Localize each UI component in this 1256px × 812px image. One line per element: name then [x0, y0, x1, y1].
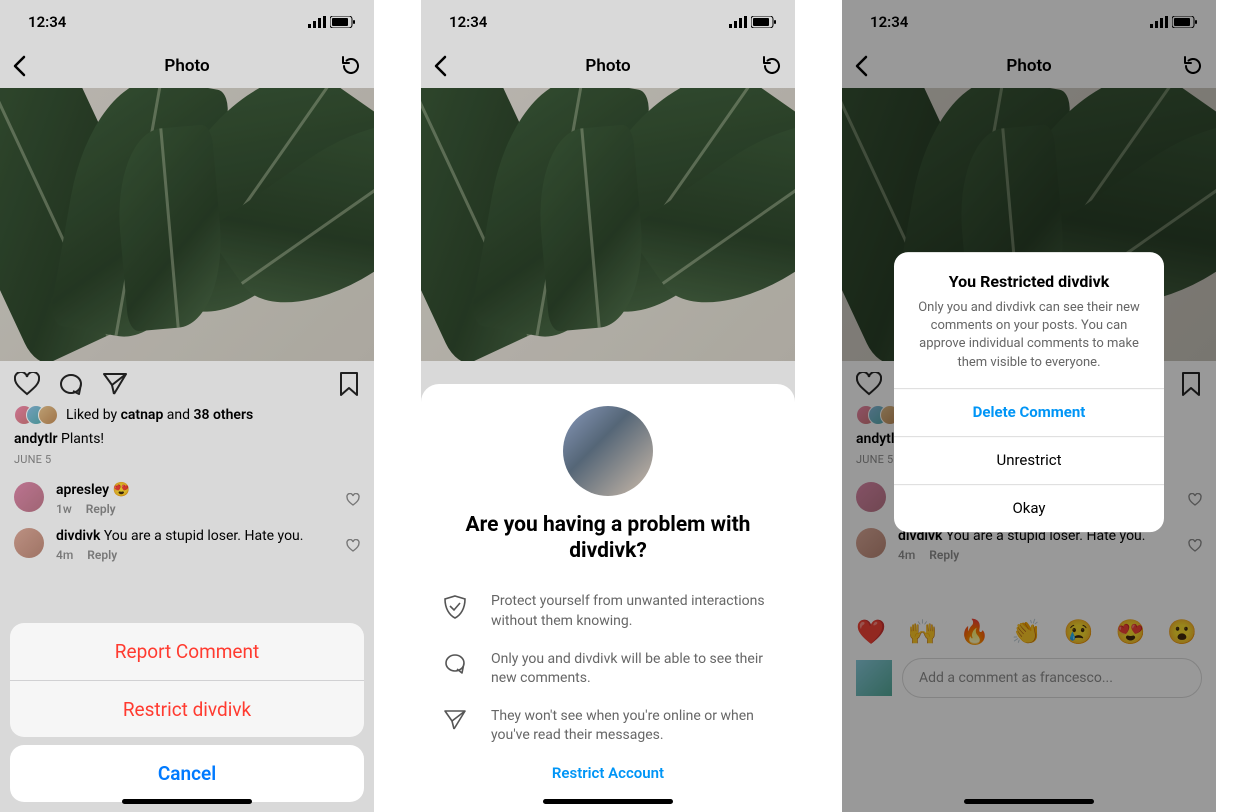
status-bar: 12:34 — [0, 0, 374, 44]
likes-row[interactable]: Liked by catnap and 38 others — [0, 403, 374, 429]
status-time: 12:34 — [449, 13, 487, 31]
screen-3-confirmation: 12:34 Photo Liked by catnap and 38 other… — [842, 0, 1216, 812]
nav-title: Photo — [0, 56, 374, 76]
feature-row: Only you and divdivk will be able to see… — [443, 650, 773, 689]
share-icon[interactable] — [102, 372, 128, 396]
back-button[interactable] — [433, 55, 447, 77]
delete-comment-button[interactable]: Delete Comment — [894, 388, 1164, 436]
shield-icon — [443, 592, 471, 620]
caption-text: Plants! — [58, 431, 104, 447]
dialog-title: You Restricted divdivk — [910, 272, 1148, 291]
comment-text: You are a stupid loser. Hate you. — [100, 528, 303, 544]
signal-icon — [729, 16, 747, 28]
comment-text: 😍 — [109, 482, 130, 498]
nav-title: Photo — [421, 56, 795, 76]
action-sheet: Report Comment Restrict divdivk Cancel — [10, 623, 364, 802]
home-indicator[interactable] — [964, 799, 1094, 804]
refresh-button[interactable] — [340, 55, 362, 77]
nav-bar: Photo — [0, 44, 374, 88]
restricted-dialog: You Restricted divdivk Only you and divd… — [894, 252, 1164, 532]
comment-user[interactable]: apresley — [56, 482, 109, 498]
restrict-bottom-sheet: Are you having a problem with divdivk? P… — [421, 384, 795, 812]
battery-icon — [330, 16, 356, 28]
feature-row: Protect yourself from unwanted interacti… — [443, 592, 773, 631]
reply-button[interactable]: Reply — [87, 548, 117, 562]
home-indicator[interactable] — [122, 799, 252, 804]
bookmark-icon[interactable] — [338, 371, 360, 397]
feature-row: They won't see when you're online or whe… — [443, 707, 773, 746]
likes-text: Liked by catnap and 38 others — [66, 407, 253, 423]
feature-text: Protect yourself from unwanted interacti… — [491, 592, 773, 631]
feature-text: Only you and divdivk will be able to see… — [491, 650, 773, 689]
comment-user[interactable]: divdivk — [56, 528, 100, 544]
caption-row: andytlr Plants! — [0, 429, 374, 449]
comment-row[interactable]: apresley 😍 1w Reply — [0, 476, 374, 522]
post-actions — [0, 361, 374, 403]
sheet-title: Are you having a problem with divdivk? — [443, 512, 773, 565]
status-time: 12:34 — [28, 13, 66, 31]
likes-avatars — [14, 405, 58, 425]
reply-button[interactable]: Reply — [86, 502, 116, 516]
avatar[interactable] — [14, 482, 44, 512]
restrict-account-button[interactable]: Restrict Account — [443, 764, 773, 782]
battery-icon — [751, 16, 777, 28]
send-icon — [443, 707, 471, 731]
post-photo[interactable] — [421, 88, 795, 361]
user-avatar — [563, 406, 653, 496]
home-indicator[interactable] — [543, 799, 673, 804]
comment-like-icon[interactable] — [346, 539, 360, 552]
okay-button[interactable]: Okay — [894, 484, 1164, 532]
comment-age: 1w — [56, 502, 72, 516]
feature-text: They won't see when you're online or whe… — [491, 707, 773, 746]
dialog-message: Only you and divdivk can see their new c… — [910, 299, 1148, 372]
cancel-button[interactable]: Cancel — [10, 745, 364, 802]
comment-like-icon[interactable] — [346, 493, 360, 506]
restrict-user-button[interactable]: Restrict divdivk — [10, 680, 364, 737]
comment-row[interactable]: divdivk You are a stupid loser. Hate you… — [0, 522, 374, 568]
report-comment-button[interactable]: Report Comment — [10, 623, 364, 680]
comment-icon — [443, 650, 471, 676]
back-button[interactable] — [12, 55, 26, 77]
unrestrict-button[interactable]: Unrestrict — [894, 436, 1164, 484]
post-date: JUNE 5 — [0, 449, 374, 476]
screen-2-restrict-sheet: 12:34 Photo Are you having a problem wit… — [421, 0, 795, 812]
comment-age: 4m — [56, 548, 73, 562]
nav-bar: Photo — [421, 44, 795, 88]
like-icon[interactable] — [14, 372, 40, 396]
status-bar: 12:34 — [421, 0, 795, 44]
avatar[interactable] — [14, 528, 44, 558]
refresh-button[interactable] — [761, 55, 783, 77]
post-photo[interactable] — [0, 88, 374, 361]
caption-author[interactable]: andytlr — [14, 431, 58, 447]
screen-1-action-sheet: 12:34 Photo Liked by catnap and 38 other… — [0, 0, 374, 812]
signal-icon — [308, 16, 326, 28]
comment-icon[interactable] — [58, 372, 84, 396]
